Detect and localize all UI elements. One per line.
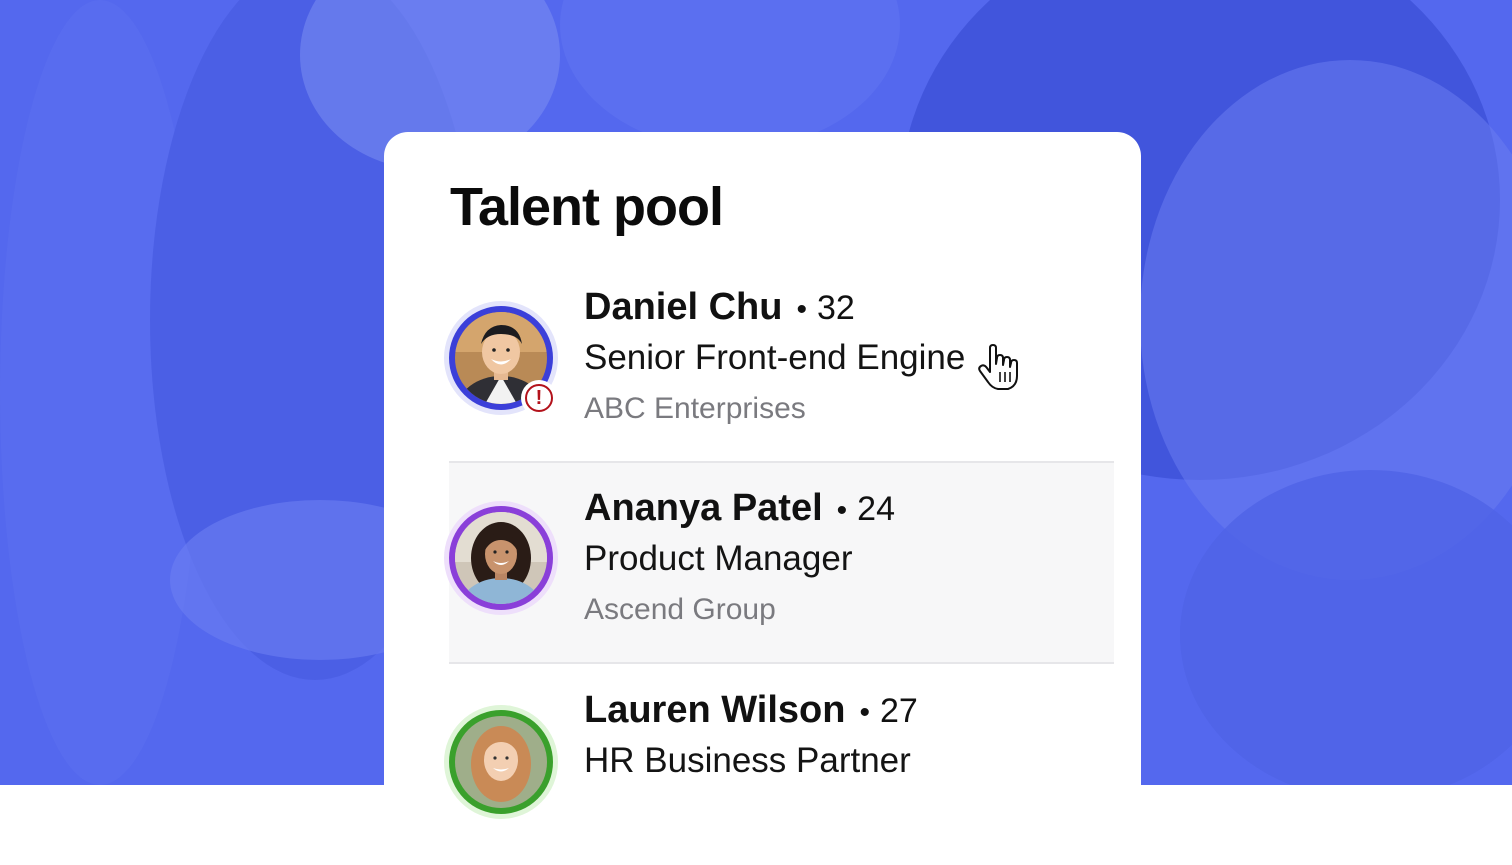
- separator-dot: •: [859, 696, 870, 729]
- candidate-info: Lauren Wilson • 27 HR Business Partner: [584, 689, 918, 795]
- hand-pointer-icon: [976, 344, 1022, 392]
- candidate-role: HR Business Partner: [584, 741, 911, 780]
- candidate-role: Senior Front-end Engine: [584, 338, 966, 377]
- avatar[interactable]: [455, 716, 547, 808]
- name-line: Ananya Patel • 24: [584, 487, 895, 537]
- candidate-age: 24: [857, 490, 895, 528]
- avatar-wrap: !: [449, 306, 557, 416]
- row-divider: [449, 662, 1114, 664]
- separator-dot: •: [796, 293, 807, 326]
- candidate-name[interactable]: Ananya Patel: [584, 487, 823, 530]
- candidate-age: 27: [879, 692, 918, 730]
- name-line: Daniel Chu • 32: [584, 286, 965, 336]
- exclamation-circle-icon: !: [525, 384, 553, 412]
- candidate-company: Ascend Group: [584, 593, 776, 626]
- avatar[interactable]: [455, 512, 547, 604]
- candidate-role: Product Manager: [584, 539, 853, 578]
- candidate-info: Ananya Patel • 24 Product Manager Ascend…: [584, 487, 895, 627]
- separator-dot: •: [836, 494, 848, 527]
- alert-badge: !: [521, 380, 557, 416]
- candidate-row[interactable]: Lauren Wilson • 27 HR Business Partner: [449, 665, 1114, 865]
- talent-pool-card: Talent pool ! Daniel Chu • 32 Senior Fro…: [384, 132, 1141, 832]
- candidate-name[interactable]: Lauren Wilson: [584, 689, 845, 732]
- avatar-wrap: [449, 506, 553, 610]
- candidate-info: Daniel Chu • 32 Senior Front-end Engine …: [584, 286, 965, 426]
- candidate-name[interactable]: Daniel Chu: [584, 286, 782, 329]
- page-title: Talent pool: [450, 177, 724, 237]
- candidate-age: 32: [816, 289, 855, 327]
- candidate-company: ABC Enterprises: [584, 392, 806, 425]
- avatar-wrap: [449, 710, 553, 814]
- candidate-row[interactable]: Ananya Patel • 24 Product Manager Ascend…: [449, 463, 1114, 663]
- name-line: Lauren Wilson • 27: [584, 689, 918, 739]
